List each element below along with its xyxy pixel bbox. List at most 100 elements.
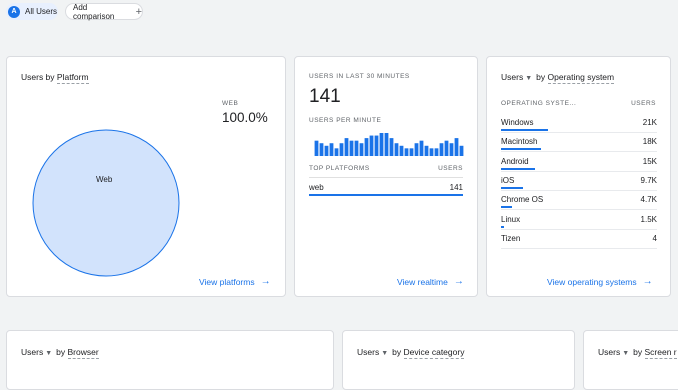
os-row-android[interactable]: Android 15K	[501, 153, 657, 172]
users-column-header: USERS	[631, 100, 656, 107]
divider	[309, 177, 463, 178]
users-by-os-card: Users ▼ by Operating system OPERATING SYST…	[486, 56, 671, 297]
platform-pie-chart	[32, 129, 180, 277]
os-bar	[501, 186, 523, 189]
dimension-selector[interactable]: Platform	[56, 72, 89, 84]
dimension-selector[interactable]: Browser	[67, 347, 99, 359]
dimension-selector[interactable]: Screen r	[644, 347, 677, 359]
view-realtime-link[interactable]: View realtime →	[397, 276, 464, 287]
os-row-chrome-os[interactable]: Chrome OS 4.7K	[501, 191, 657, 211]
metric-selector[interactable]: Users	[357, 347, 379, 357]
minute-bar[interactable]	[444, 140, 449, 156]
card-title: Users ▼ by Device category	[357, 347, 465, 359]
legend-label: WEB	[222, 100, 239, 107]
os-name: Chrome OS	[501, 195, 544, 205]
minute-bar[interactable]	[404, 148, 409, 156]
title-by: by	[536, 72, 546, 82]
caret-down-icon[interactable]: ▼	[45, 350, 52, 357]
arrow-right-icon: →	[260, 276, 271, 287]
os-users-value: 21K	[642, 118, 657, 127]
users-column-header: USERS	[438, 165, 463, 172]
minute-bar[interactable]	[354, 140, 359, 156]
realtime-count: 141	[309, 86, 341, 107]
realtime-card: USERS IN LAST 30 MINUTES 141 USERS PER M…	[294, 56, 478, 297]
metric-selector[interactable]: Users	[598, 347, 620, 357]
minute-bar[interactable]	[359, 143, 364, 156]
view-operating-systems-link[interactable]: View operating systems →	[547, 276, 653, 287]
os-users-value: 9.7K	[640, 175, 657, 185]
pie-slice-web[interactable]	[32, 129, 180, 277]
link-label: View operating systems	[547, 276, 637, 287]
card-title: Users ▼ by Screen r	[598, 347, 677, 359]
caret-down-icon[interactable]: ▼	[381, 350, 388, 357]
minute-bar[interactable]	[379, 133, 384, 156]
os-row-windows[interactable]: Windows 21K	[501, 114, 657, 133]
minute-bar[interactable]	[424, 145, 429, 156]
os-name: iOS	[501, 175, 515, 185]
minute-bar[interactable]	[384, 133, 389, 156]
minute-bar[interactable]	[449, 143, 454, 156]
users-by-device-category-card: Users ▼ by Device category	[342, 330, 575, 390]
minute-bar[interactable]	[409, 148, 414, 156]
minute-bar[interactable]	[439, 143, 444, 156]
segment-label: All Users	[25, 7, 58, 16]
users-per-minute-chart	[314, 133, 464, 156]
os-row-macintosh[interactable]: Macintosh 18K	[501, 133, 657, 153]
minute-bar[interactable]	[419, 140, 424, 156]
card-title: Users ▼ by Operating system	[501, 72, 615, 84]
arrow-right-icon: →	[453, 276, 464, 287]
os-users-value: 4.7K	[640, 195, 657, 205]
minute-bar[interactable]	[454, 138, 459, 156]
platform-row-name: web	[309, 183, 324, 192]
minute-bar[interactable]	[344, 138, 349, 156]
os-row-linux[interactable]: Linux 1.5K	[501, 211, 657, 230]
top-platforms-header: TOP PLATFORMS	[309, 165, 370, 172]
dimension-selector[interactable]: Device category	[403, 347, 465, 359]
minute-bar[interactable]	[334, 148, 339, 156]
minute-bar[interactable]	[349, 140, 354, 156]
platform-row-bar	[309, 194, 463, 196]
minute-bar[interactable]	[374, 135, 379, 156]
minute-bar[interactable]	[369, 135, 374, 156]
dimension-selector[interactable]: Operating system	[547, 72, 615, 84]
minute-bar[interactable]	[434, 148, 439, 156]
view-platforms-link[interactable]: View platforms →	[199, 276, 271, 287]
minute-bar[interactable]	[394, 143, 399, 156]
metric-selector[interactable]: Users	[21, 347, 43, 357]
os-name: Linux	[501, 214, 521, 224]
title-by: by	[633, 347, 643, 357]
users-by-screen-resolution-card: Users ▼ by Screen r	[583, 330, 678, 390]
segment-chip-all-users[interactable]: A All Users	[6, 3, 58, 20]
users-by-browser-card: Users ▼ by Browser	[6, 330, 334, 390]
add-comparison-button[interactable]: Add comparison +	[65, 3, 143, 21]
os-column-header: OPERATING SYSTE...	[501, 100, 577, 107]
os-bar	[501, 206, 512, 209]
per-minute-label: USERS PER MINUTE	[309, 117, 382, 124]
minute-bar[interactable]	[429, 148, 434, 156]
minute-bar[interactable]	[459, 145, 464, 156]
minute-bar[interactable]	[314, 140, 319, 156]
card-title: Users by Platform	[21, 72, 89, 84]
os-row-tizen[interactable]: Tizen 4	[501, 230, 657, 249]
minute-bar[interactable]	[329, 143, 334, 156]
plus-icon: +	[135, 5, 142, 18]
caret-down-icon[interactable]: ▼	[622, 350, 629, 357]
os-users-value: 18K	[642, 137, 657, 147]
os-users-value: 15K	[642, 156, 657, 166]
os-bar	[501, 167, 535, 170]
os-bar	[501, 148, 542, 151]
minute-bar[interactable]	[319, 143, 324, 156]
caret-down-icon[interactable]: ▼	[525, 75, 532, 82]
title-prefix: Users by	[21, 72, 55, 82]
title-by: by	[392, 347, 402, 357]
minute-bar[interactable]	[389, 138, 394, 156]
minute-bar[interactable]	[414, 143, 419, 156]
metric-selector[interactable]: Users	[501, 72, 523, 82]
os-users-value: 4	[652, 233, 657, 243]
minute-bar[interactable]	[399, 145, 404, 156]
minute-bar[interactable]	[364, 138, 369, 156]
arrow-right-icon: →	[642, 276, 653, 287]
minute-bar[interactable]	[339, 143, 344, 156]
minute-bar[interactable]	[324, 145, 329, 156]
os-row-ios[interactable]: iOS 9.7K	[501, 172, 657, 191]
